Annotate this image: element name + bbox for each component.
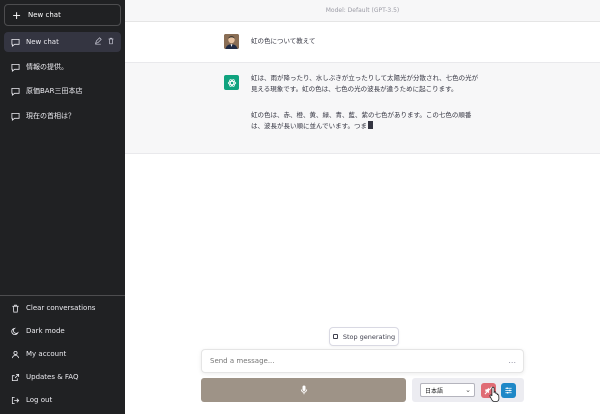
typing-cursor bbox=[368, 121, 374, 129]
user-avatar bbox=[224, 34, 239, 49]
my-account-button[interactable]: My account bbox=[4, 344, 121, 364]
microphone-button[interactable] bbox=[201, 378, 406, 402]
stop-icon bbox=[332, 334, 338, 339]
assistant-message-row: 虹は、雨が降ったり、水しぶきが立ったりして太陽光が分散され、七色の光が見える現象… bbox=[125, 62, 600, 154]
clear-conversations-label: Clear conversations bbox=[26, 304, 96, 312]
chat-bubble-icon bbox=[10, 111, 20, 121]
openai-logo-icon bbox=[224, 75, 239, 90]
assistant-paragraph-2-text: 虹の色は、赤、橙、黄、緑、青、藍、紫の七色があります。この七色の順番は、波長が長… bbox=[251, 111, 472, 130]
log-out-button[interactable]: Log out bbox=[4, 390, 121, 410]
moon-icon bbox=[10, 326, 20, 336]
stop-generating-button[interactable]: Stop generating bbox=[329, 327, 399, 346]
microphone-icon bbox=[300, 385, 307, 395]
log-out-label: Log out bbox=[26, 396, 53, 404]
assistant-paragraph-2: 虹の色は、赤、橙、黄、緑、青、藍、紫の七色があります。この七色の順番は、波長が長… bbox=[251, 110, 481, 132]
conversation-label: 現在の首相は？ bbox=[26, 112, 75, 120]
trash-icon[interactable] bbox=[107, 37, 115, 46]
chevron-down-icon: ⌄ bbox=[465, 386, 471, 394]
language-value: 日本語 bbox=[425, 387, 444, 395]
conversation-label: New chat bbox=[26, 38, 59, 46]
chat-bubble-icon bbox=[10, 37, 20, 47]
settings-button[interactable] bbox=[501, 383, 516, 398]
stop-generating-label: Stop generating bbox=[342, 332, 396, 341]
new-chat-button[interactable]: + New chat bbox=[4, 4, 121, 26]
more-options-icon[interactable]: ... bbox=[508, 356, 516, 365]
conversation-item[interactable]: 原価BAR三田本店 bbox=[4, 81, 121, 101]
user-message-text: 虹の色について教えて bbox=[251, 37, 316, 45]
updates-faq-link[interactable]: Updates & FAQ bbox=[4, 367, 121, 387]
my-account-label: My account bbox=[26, 350, 67, 358]
conversation-label: 原価BAR三田本店 bbox=[26, 87, 83, 95]
sidebar-divider bbox=[0, 295, 125, 296]
voice-tools-panel: 日本語 ⌄ bbox=[412, 378, 524, 402]
conversation-label: 情報の提供。 bbox=[26, 63, 68, 71]
language-select[interactable]: 日本語 ⌄ bbox=[420, 383, 475, 397]
dark-mode-label: Dark mode bbox=[26, 327, 65, 335]
external-link-icon bbox=[10, 372, 20, 382]
message-input-container: ... bbox=[201, 349, 524, 373]
clear-conversations-button[interactable]: Clear conversations bbox=[4, 298, 121, 318]
plus-icon: + bbox=[12, 8, 22, 22]
conversation-item[interactable]: 現在の首相は？ bbox=[4, 106, 121, 126]
user-icon bbox=[10, 349, 20, 359]
message-input[interactable] bbox=[210, 357, 500, 365]
model-label: Model: Default (GPT-3.5) bbox=[125, 0, 600, 22]
dark-mode-button[interactable]: Dark mode bbox=[4, 321, 121, 341]
logout-icon bbox=[10, 395, 20, 405]
trash-icon bbox=[10, 303, 20, 313]
assistant-paragraph-1: 虹は、雨が降ったり、水しぶきが立ったりして太陽光が分散され、七色の光が見える現象… bbox=[251, 74, 479, 93]
user-message-row: 虹の色について教えて bbox=[125, 22, 600, 62]
hand-pointer-icon bbox=[489, 386, 500, 402]
conversation-item[interactable]: 情報の提供。 bbox=[4, 57, 121, 77]
chat-bubble-icon bbox=[10, 62, 20, 72]
updates-faq-label: Updates & FAQ bbox=[26, 373, 79, 381]
chat-main: Model: Default (GPT-3.5) 虹の色について教えて 虹は、雨… bbox=[125, 0, 600, 414]
new-chat-label: New chat bbox=[28, 11, 61, 19]
sliders-icon bbox=[505, 387, 512, 394]
sidebar: + New chat New chat 情報の提供。 原価BAR三田本店 現在の… bbox=[0, 0, 125, 414]
edit-icon[interactable] bbox=[94, 37, 102, 46]
chat-bubble-icon bbox=[10, 86, 20, 96]
conversation-item-new-chat[interactable]: New chat bbox=[4, 32, 121, 52]
